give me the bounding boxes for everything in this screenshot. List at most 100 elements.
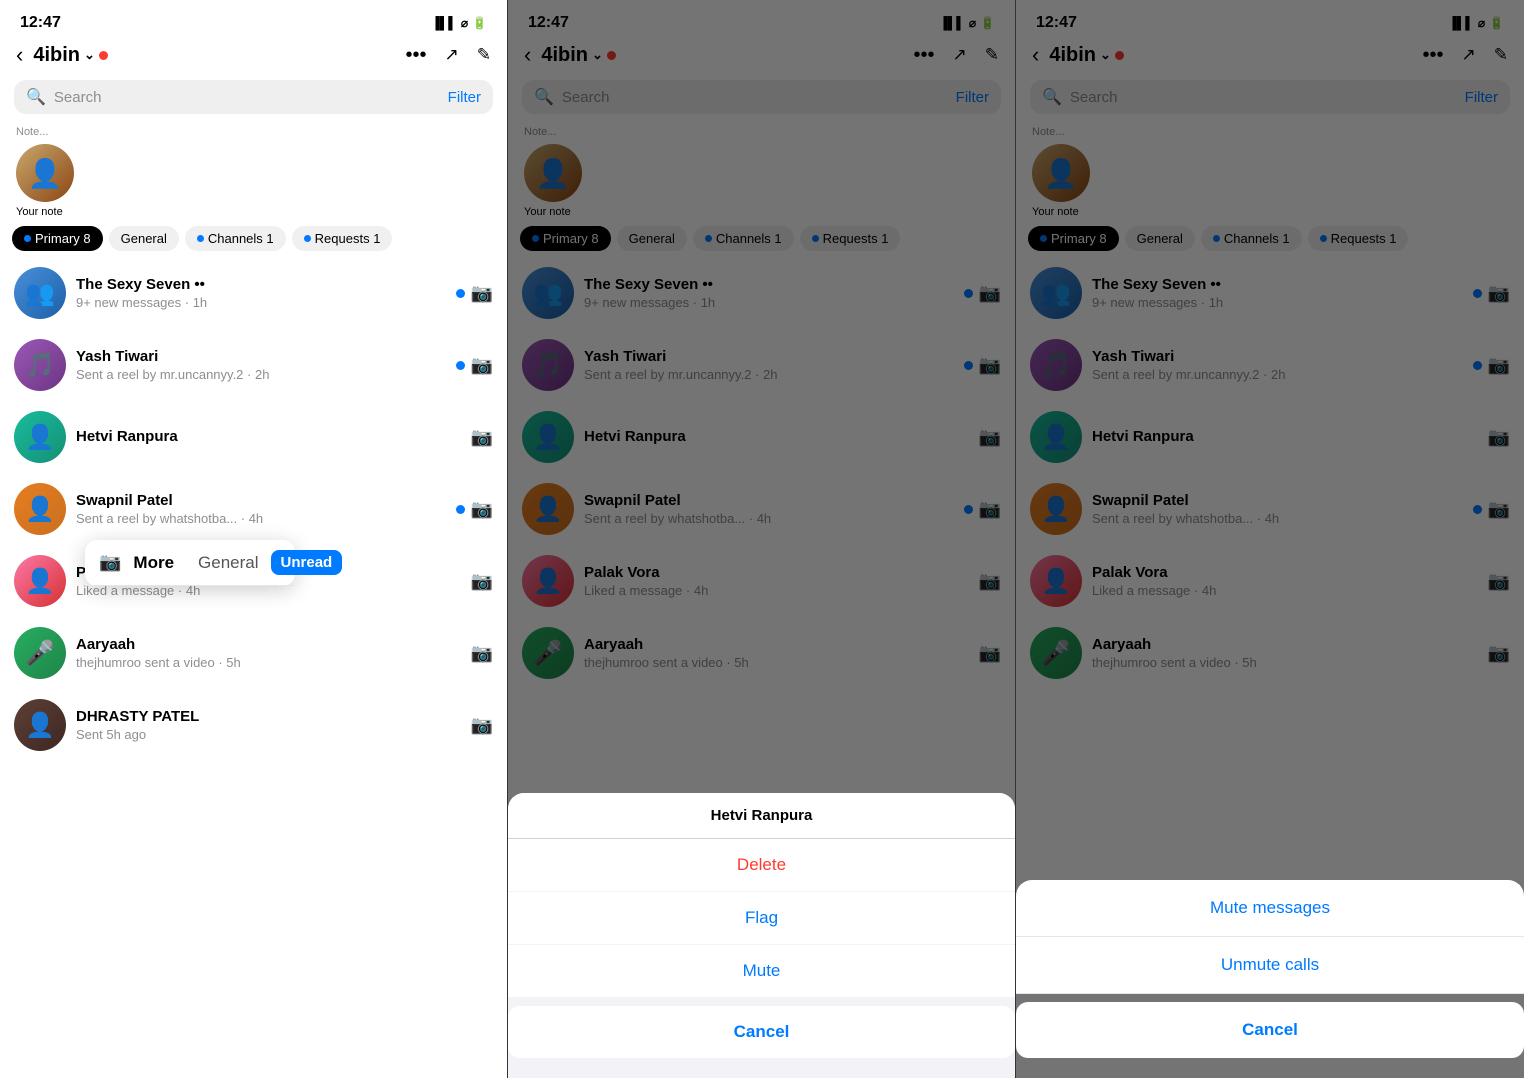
- back-button[interactable]: ‹: [1032, 42, 1039, 68]
- message-item[interactable]: 👤 Hetvi Ranpura 📷: [508, 401, 1015, 473]
- message-content: Swapnil Patel Sent a reel by whatshotba.…: [584, 492, 954, 526]
- camera-icon: 📷: [471, 715, 493, 736]
- tab-requests-1[interactable]: Requests 1: [1308, 226, 1409, 251]
- camera-icon: 📷: [471, 283, 493, 304]
- search-placeholder: Search: [54, 89, 440, 106]
- message-item[interactable]: 👤 Swapnil Patel Sent a reel by whatshotb…: [508, 473, 1015, 545]
- avatar: 👤: [1030, 483, 1082, 535]
- compose-icon[interactable]: ✎: [985, 45, 999, 65]
- filter-button[interactable]: Filter: [448, 89, 481, 106]
- message-item[interactable]: 👤 Hetvi Ranpura 📷: [1016, 401, 1524, 473]
- general-label[interactable]: General: [198, 553, 258, 573]
- trending-icon[interactable]: ↗: [445, 45, 459, 65]
- tabs-bar: Primary 8General Channels 1 Requests 1: [508, 226, 1015, 251]
- tab-label: Requests 1: [315, 231, 381, 246]
- message-preview: Sent a reel by whatshotba... · 4h: [1092, 511, 1463, 526]
- message-item[interactable]: 🎤 Aaryaah thejhumroo sent a video · 5h 📷: [0, 617, 507, 689]
- note-avatar[interactable]: 👤: [1032, 144, 1090, 202]
- battery-icon: 🔋: [472, 16, 487, 30]
- tab-primary-8[interactable]: Primary 8: [12, 226, 103, 251]
- back-button[interactable]: ‹: [524, 42, 531, 68]
- message-item[interactable]: 🎤 Aaryaah thejhumroo sent a video · 5h 📷: [1016, 617, 1524, 689]
- tab-primary-8[interactable]: Primary 8: [1028, 226, 1119, 251]
- message-preview: thejhumroo sent a video · 5h: [1092, 655, 1478, 670]
- message-item[interactable]: 👤 DHRASTY PATEL Sent 5h ago 📷: [0, 689, 507, 761]
- camera-icon: 📷: [1488, 283, 1510, 304]
- avatar: 👤: [14, 699, 66, 751]
- tab-channels-1[interactable]: Channels 1: [185, 226, 286, 251]
- tab-channels-1[interactable]: Channels 1: [693, 226, 794, 251]
- header-title[interactable]: 4ibin ⌄: [541, 44, 905, 67]
- note-avatar[interactable]: 👤: [524, 144, 582, 202]
- message-item[interactable]: 👤 Palak Vora Liked a message · 4h 📷: [1016, 545, 1524, 617]
- context-menu-item[interactable]: Mute: [508, 945, 1015, 998]
- more-options-icon[interactable]: •••: [1422, 44, 1443, 67]
- filter-button[interactable]: Filter: [1465, 89, 1498, 106]
- message-item[interactable]: 👥 The Sexy Seven •• 9+ new messages · 1h…: [508, 257, 1015, 329]
- header: ‹ 4ibin ⌄ ••• ↗ ✎: [1016, 38, 1524, 76]
- message-item[interactable]: 🎵 Yash Tiwari Sent a reel by mr.uncannyy…: [508, 329, 1015, 401]
- search-bar: 🔍 Search Filter: [522, 80, 1001, 114]
- tab-general[interactable]: General: [1125, 226, 1195, 251]
- message-item[interactable]: 🎵 Yash Tiwari Sent a reel by mr.uncannyy…: [0, 329, 507, 401]
- context-menu-cancel[interactable]: Cancel: [508, 1006, 1015, 1058]
- tab-primary-8[interactable]: Primary 8: [520, 226, 611, 251]
- message-list: 👥 The Sexy Seven •• 9+ new messages · 1h…: [1016, 253, 1524, 693]
- message-preview: Sent a reel by mr.uncannyy.2 · 2h: [584, 367, 954, 382]
- mute-item[interactable]: Mute messages: [1016, 880, 1524, 937]
- message-preview: Sent a reel by whatshotba... · 4h: [584, 511, 954, 526]
- message-item[interactable]: 🎵 Yash Tiwari Sent a reel by mr.uncannyy…: [1016, 329, 1524, 401]
- context-menu-item[interactable]: Delete: [508, 839, 1015, 892]
- camera-icon: 📷: [979, 427, 1001, 448]
- note-avatar[interactable]: 👤: [16, 144, 74, 202]
- header: ‹ 4ibin ⌄ ••• ↗ ✎: [0, 38, 507, 76]
- message-name: DHRASTY PATEL: [76, 708, 461, 725]
- message-item[interactable]: 👤 Palak Vora Liked a message · 4h 📷: [508, 545, 1015, 617]
- unread-button[interactable]: Unread: [271, 550, 343, 575]
- filter-button[interactable]: Filter: [956, 89, 989, 106]
- more-options-icon[interactable]: •••: [405, 44, 426, 67]
- message-meta: 📷: [471, 643, 493, 664]
- tab-requests-1[interactable]: Requests 1: [292, 226, 393, 251]
- context-menu-item[interactable]: Flag: [508, 892, 1015, 945]
- avatar: 👤: [522, 411, 574, 463]
- back-button[interactable]: ‹: [16, 42, 23, 68]
- message-preview: Sent a reel by whatshotba... · 4h: [76, 511, 446, 526]
- tab-label: Channels 1: [716, 231, 782, 246]
- note-section: Note... 👤 Your note: [0, 122, 507, 226]
- tab-label: Primary 8: [1051, 231, 1107, 246]
- mute-item[interactable]: Unmute calls: [1016, 937, 1524, 994]
- message-item[interactable]: 👤 Swapnil Patel Sent a reel by whatshotb…: [0, 473, 507, 545]
- header-title[interactable]: 4ibin ⌄: [1049, 44, 1414, 67]
- message-item[interactable]: 👤 Hetvi Ranpura 📷: [0, 401, 507, 473]
- unread-dot: [1473, 361, 1482, 370]
- tab-requests-1[interactable]: Requests 1: [800, 226, 901, 251]
- avatar: 👤: [1030, 411, 1082, 463]
- message-name: Aaryaah: [76, 636, 461, 653]
- mute-cancel-button[interactable]: Cancel: [1016, 1002, 1524, 1058]
- more-label[interactable]: More: [133, 553, 174, 573]
- header-icons: ••• ↗ ✎: [913, 44, 999, 67]
- unread-dot: [456, 289, 465, 298]
- message-item[interactable]: 👥 The Sexy Seven •• 9+ new messages · 1h…: [0, 257, 507, 329]
- note-user-label: Your note: [524, 206, 999, 218]
- message-item[interactable]: 👤 Swapnil Patel Sent a reel by whatshotb…: [1016, 473, 1524, 545]
- trending-icon[interactable]: ↗: [953, 45, 967, 65]
- tab-label: Requests 1: [823, 231, 889, 246]
- compose-icon[interactable]: ✎: [477, 45, 491, 65]
- tab-channels-1[interactable]: Channels 1: [1201, 226, 1302, 251]
- message-name: Palak Vora: [584, 564, 969, 581]
- more-options-icon[interactable]: •••: [913, 44, 934, 67]
- header-title[interactable]: 4ibin ⌄: [33, 44, 397, 67]
- note-label: Note...: [1032, 126, 1508, 138]
- camera-icon: 📷: [471, 499, 493, 520]
- message-item[interactable]: 👥 The Sexy Seven •• 9+ new messages · 1h…: [1016, 257, 1524, 329]
- trending-icon[interactable]: ↗: [1462, 45, 1476, 65]
- note-section: Note... 👤 Your note: [508, 122, 1015, 226]
- avatar: 🎤: [522, 627, 574, 679]
- signal-icon: ▐▌▌: [939, 16, 965, 30]
- message-item[interactable]: 🎤 Aaryaah thejhumroo sent a video · 5h 📷: [508, 617, 1015, 689]
- compose-icon[interactable]: ✎: [1494, 45, 1508, 65]
- tab-general[interactable]: General: [109, 226, 179, 251]
- tab-general[interactable]: General: [617, 226, 687, 251]
